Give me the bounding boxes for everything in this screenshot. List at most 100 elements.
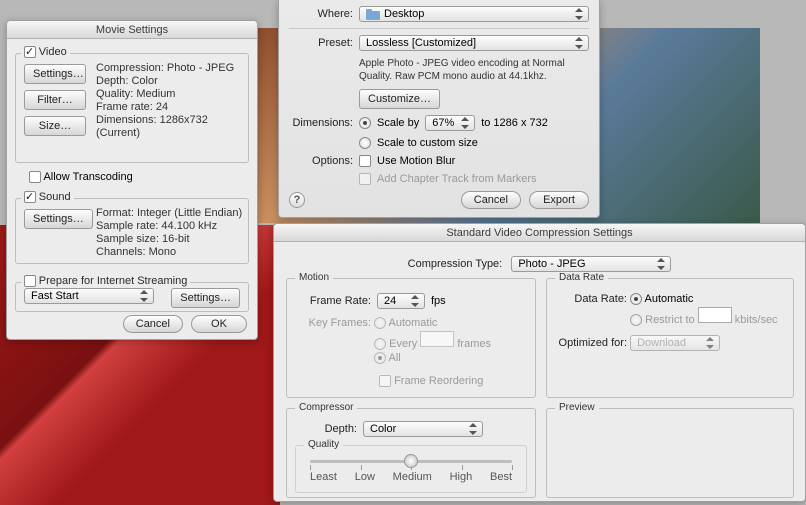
- video-settings-button[interactable]: Settings…: [24, 64, 86, 84]
- chevron-updown-icon: [656, 258, 666, 270]
- video-section-label: Video: [39, 46, 67, 58]
- video-dimensions-text: Dimensions: 1286x732 (Current): [96, 114, 242, 140]
- where-label: Where:: [289, 8, 353, 20]
- dr-restrict-radio[interactable]: [630, 314, 642, 326]
- q-tick-medium: Medium: [393, 471, 432, 483]
- optimized-popup: Download: [630, 335, 720, 351]
- export-cancel-button[interactable]: Cancel: [461, 191, 521, 209]
- data-rate-label: Data Rate:: [557, 293, 627, 305]
- chevron-updown-icon: [139, 290, 149, 302]
- fast-start-value: Fast Start: [31, 290, 79, 302]
- motion-blur-label: Use Motion Blur: [377, 155, 455, 167]
- depth-value: Color: [370, 423, 396, 435]
- quality-slider[interactable]: [310, 460, 512, 463]
- video-quality-text: Quality: Medium: [96, 88, 242, 101]
- motion-group: Motion Frame Rate: 24 fps Key Frames: Au…: [286, 278, 536, 398]
- sound-checkbox[interactable]: [24, 191, 36, 203]
- q-tick-low: Low: [355, 471, 375, 483]
- scale-by-label: Scale by: [377, 117, 419, 129]
- sound-section-box: Settings… Format: Integer (Little Endian…: [15, 198, 249, 264]
- chevron-updown-icon: [574, 37, 584, 49]
- preset-label: Preset:: [289, 37, 353, 49]
- frame-rate-label: Frame Rate:: [297, 295, 371, 307]
- scale-percent-popup[interactable]: 67%: [425, 115, 475, 131]
- dr-auto-radio[interactable]: [630, 293, 642, 305]
- compression-type-popup[interactable]: Photo - JPEG: [511, 256, 671, 272]
- frame-reorder-checkbox: [379, 375, 391, 387]
- video-filter-button[interactable]: Filter…: [24, 90, 86, 110]
- export-sheet: Where: Desktop Preset: Lossless [Customi…: [278, 0, 600, 218]
- frame-reorder-label: Frame Reordering: [394, 375, 483, 387]
- chevron-updown-icon: [468, 423, 478, 435]
- kf-frames-label: frames: [457, 338, 491, 350]
- video-depth-text: Depth: Color: [96, 75, 242, 88]
- chevron-updown-icon: [705, 337, 715, 349]
- key-frames-label: Key Frames:: [297, 317, 371, 329]
- preview-legend: Preview: [555, 402, 599, 413]
- depth-popup[interactable]: Color: [363, 421, 483, 437]
- fast-start-popup[interactable]: Fast Start: [24, 288, 154, 304]
- divider: [289, 28, 589, 29]
- export-button[interactable]: Export: [529, 191, 589, 209]
- scale-custom-radio[interactable]: [359, 137, 371, 149]
- motion-blur-checkbox[interactable]: [359, 155, 371, 167]
- sound-samplesize-text: Sample size: 16-bit: [96, 233, 242, 246]
- kf-all-radio: [374, 352, 386, 364]
- kf-every-radio: [374, 338, 386, 350]
- video-size-button[interactable]: Size…: [24, 116, 86, 136]
- chevron-updown-icon: [410, 295, 420, 307]
- video-checkbox[interactable]: [24, 46, 36, 58]
- scale-by-radio[interactable]: [359, 117, 371, 129]
- video-framerate-text: Frame rate: 24: [96, 101, 242, 114]
- allow-transcoding-checkbox[interactable]: [29, 171, 41, 183]
- preset-popup[interactable]: Lossless [Customized]: [359, 35, 589, 51]
- sound-samplerate-text: Sample rate: 44.100 kHz: [96, 220, 242, 233]
- allow-transcoding-label: Allow Transcoding: [43, 171, 132, 183]
- movie-cancel-button[interactable]: Cancel: [123, 315, 183, 333]
- motion-legend: Motion: [295, 272, 333, 283]
- dr-restrict-label: Restrict to: [645, 314, 695, 326]
- chevron-updown-icon: [460, 117, 470, 129]
- where-popup[interactable]: Desktop: [359, 6, 589, 22]
- quality-legend: Quality: [304, 439, 343, 450]
- sound-channels-text: Channels: Mono: [96, 246, 242, 259]
- compression-settings-dialog: Standard Video Compression Settings Comp…: [273, 223, 806, 502]
- sound-format-text: Format: Integer (Little Endian): [96, 207, 242, 220]
- dr-restrict-field[interactable]: [698, 307, 732, 323]
- customize-button[interactable]: Customize…: [359, 89, 440, 109]
- prepare-streaming-checkbox[interactable]: [24, 275, 36, 287]
- scale-percent-value: 67%: [432, 117, 454, 129]
- quality-group: Quality Least Low Medium High: [295, 445, 527, 493]
- compressor-group: Compressor Depth: Color Quality: [286, 408, 536, 498]
- dr-unit-label: kbits/sec: [735, 314, 778, 326]
- scale-custom-label: Scale to custom size: [377, 137, 478, 149]
- fps-label: fps: [431, 295, 446, 307]
- dr-auto-label: Automatic: [645, 293, 694, 305]
- kf-auto-label: Automatic: [389, 317, 438, 329]
- frame-rate-popup[interactable]: 24: [377, 293, 425, 309]
- sound-settings-button[interactable]: Settings…: [24, 209, 93, 229]
- chapter-track-label: Add Chapter Track from Markers: [377, 173, 537, 185]
- kf-every-field: [420, 331, 454, 347]
- q-tick-least: Least: [310, 471, 337, 483]
- preset-value: Lossless [Customized]: [366, 37, 476, 49]
- movie-ok-button[interactable]: OK: [191, 315, 247, 333]
- quality-slider-thumb[interactable]: [404, 454, 418, 468]
- optimized-label: Optimized for:: [557, 337, 627, 349]
- movie-settings-dialog: Movie Settings Video Settings… Filter… S…: [6, 20, 258, 340]
- q-tick-high: High: [450, 471, 473, 483]
- sound-section-label: Sound: [39, 191, 71, 203]
- data-rate-legend: Data Rate: [555, 272, 608, 283]
- compressor-legend: Compressor: [295, 402, 357, 413]
- preview-group: Preview: [546, 408, 794, 498]
- optimized-value: Download: [637, 337, 686, 349]
- prepare-streaming-label: Prepare for Internet Streaming: [39, 275, 188, 287]
- help-icon[interactable]: ?: [289, 192, 305, 208]
- streaming-settings-button[interactable]: Settings…: [171, 288, 240, 308]
- options-label: Options:: [289, 155, 353, 167]
- video-section-box: Settings… Filter… Size… Compression: Pho…: [15, 53, 249, 163]
- chapter-track-checkbox: [359, 173, 371, 185]
- where-value: Desktop: [384, 8, 424, 20]
- data-rate-group: Data Rate Data Rate: Automatic Restrict …: [546, 278, 794, 398]
- svcs-title: Standard Video Compression Settings: [274, 224, 805, 242]
